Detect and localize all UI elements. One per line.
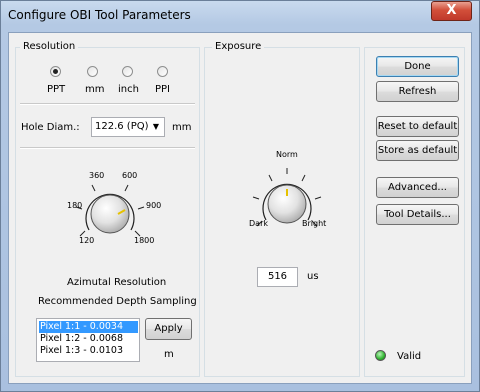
- knob-label-360: 360: [89, 171, 105, 180]
- radio-label-ppi: PPI: [155, 84, 171, 95]
- store-default-button[interactable]: Store as default: [376, 140, 459, 161]
- done-button[interactable]: Done: [376, 56, 459, 77]
- sampling-unit: m: [164, 349, 174, 360]
- radio-ppt[interactable]: [50, 66, 61, 77]
- close-button[interactable]: X: [431, 1, 472, 21]
- exposure-unit: us: [307, 271, 319, 282]
- sampling-list[interactable]: Pixel 1:1 - 0.0034 Pixel 1:2 - 0.0068 Pi…: [36, 318, 140, 362]
- refresh-button[interactable]: Refresh: [376, 81, 459, 102]
- list-item[interactable]: Pixel 1:1 - 0.0034: [39, 321, 138, 333]
- exposure-legend: Exposure: [212, 41, 265, 52]
- separator: [20, 147, 195, 149]
- separator: [20, 103, 195, 105]
- exposure-knob[interactable]: [232, 160, 342, 240]
- advanced-button[interactable]: Advanced...: [376, 177, 459, 198]
- status-label: Valid: [397, 351, 422, 362]
- list-item[interactable]: Pixel 1:3 - 0.0103: [39, 345, 138, 357]
- knob-label-180: 180: [67, 201, 83, 210]
- hole-diam-label: Hole Diam.:: [21, 122, 80, 133]
- close-icon: X: [446, 3, 457, 18]
- radio-ppi[interactable]: [157, 66, 168, 77]
- radio-label-inch: inch: [118, 84, 139, 95]
- list-item[interactable]: Pixel 1:2 - 0.0068: [39, 333, 138, 345]
- exposure-label-dark: Dark: [249, 219, 268, 228]
- exposure-label-bright: Bright: [302, 219, 327, 228]
- knob-label-1800: 1800: [134, 236, 155, 245]
- exposure-label-norm: Norm: [276, 150, 298, 159]
- window-title: Configure OBI Tool Parameters: [8, 8, 191, 22]
- knob-label-900: 900: [146, 201, 162, 210]
- radio-label-mm: mm: [85, 84, 105, 95]
- resolution-legend: Resolution: [20, 41, 79, 52]
- radio-inch[interactable]: [122, 66, 133, 77]
- apply-button[interactable]: Apply: [145, 318, 192, 340]
- radio-label-ppt: PPT: [47, 84, 66, 95]
- hole-diam-select[interactable]: 122.6 (PQ) ▼: [91, 117, 165, 137]
- reset-default-button[interactable]: Reset to default: [376, 116, 459, 137]
- knob-label-600: 600: [122, 171, 138, 180]
- status-led-icon: [375, 350, 386, 361]
- recommended-label: Recommended Depth Sampling: [38, 296, 197, 307]
- chevron-down-icon[interactable]: ▼: [149, 119, 163, 135]
- radio-mm[interactable]: [87, 66, 98, 77]
- hole-diam-value: 122.6 (PQ): [95, 121, 149, 132]
- azimutal-label: Azimutal Resolution: [67, 277, 167, 288]
- tool-details-button[interactable]: Tool Details...: [376, 204, 459, 225]
- hole-diam-unit: mm: [172, 122, 192, 133]
- exposure-value-field[interactable]: 516: [257, 267, 298, 287]
- knob-label-120: 120: [79, 236, 95, 245]
